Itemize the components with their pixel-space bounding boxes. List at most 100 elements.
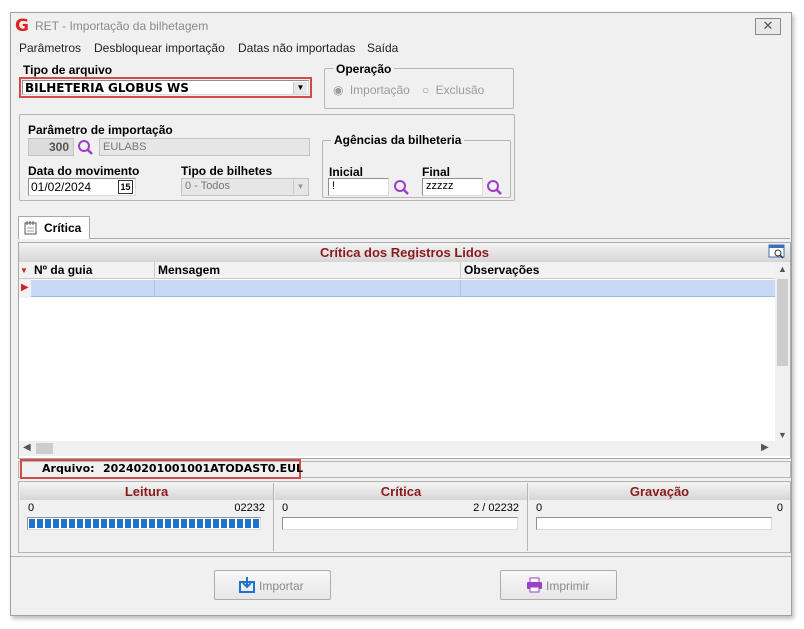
progress-critique-start: 0 <box>282 502 289 514</box>
chevron-down-icon[interactable]: ▼ <box>293 82 307 94</box>
file-type-value: BILHETERIA GLOBUS WS <box>25 81 189 95</box>
progress-segment <box>77 519 83 528</box>
progress-segment <box>109 519 115 528</box>
grid-header: ▼ Nº da guia Mensagem Observações <box>19 262 775 279</box>
column-header-mensagem[interactable]: Mensagem <box>155 262 461 279</box>
critique-grid: Crítica dos Registros Lidos ▼ Nº da guia… <box>18 242 791 459</box>
scrollbar-thumb[interactable] <box>777 279 788 366</box>
grid-config-icon[interactable] <box>768 244 786 260</box>
import-button[interactable]: Importar <box>214 570 331 600</box>
window-title: RET - Importação da bilhetagem <box>35 19 209 33</box>
scroll-left-icon[interactable]: ◀ <box>23 442 31 453</box>
ticket-type-value: 0 - Todos <box>185 180 231 192</box>
import-button-label: Importar <box>259 579 304 593</box>
progress-segment <box>53 519 59 528</box>
import-param-name-text: EULABS <box>103 141 147 153</box>
progress-segment <box>45 519 51 528</box>
scroll-down-icon[interactable]: ▼ <box>778 430 787 440</box>
scroll-up-icon[interactable]: ▲ <box>778 264 787 274</box>
file-status-label: Arquivo: <box>42 462 95 475</box>
selected-row-cells[interactable] <box>31 280 775 297</box>
scrollbar-thumb[interactable] <box>36 443 53 454</box>
search-icon[interactable] <box>486 179 503 196</box>
file-type-highlight: BILHETERIA GLOBUS WS ▼ <box>19 77 312 98</box>
close-button[interactable]: ✕ <box>755 18 781 35</box>
search-icon[interactable] <box>393 179 410 196</box>
import-icon <box>239 577 255 593</box>
tab-critica[interactable]: Crítica <box>18 216 90 239</box>
radio-exclusao-label: Exclusão <box>435 83 485 97</box>
progress-reading-start: 0 <box>28 502 35 514</box>
progress-critique-bar <box>282 517 518 530</box>
progress-segment <box>101 519 107 528</box>
sort-indicator-icon: ▼ <box>20 266 28 275</box>
column-header-observacoes[interactable]: Observações <box>461 262 775 279</box>
scroll-right-icon[interactable]: ▶ <box>761 442 769 453</box>
progress-recording-start: 0 <box>536 502 543 514</box>
radio-exclusao[interactable]: ○ Exclusão <box>422 83 484 97</box>
row-indicator: ▶ <box>19 279 31 298</box>
menu-parametros[interactable]: Parâmetros <box>19 41 81 55</box>
radio-unselected-icon: ○ <box>422 83 430 97</box>
main-window: G RET - Importação da bilhetagem ✕ Parâm… <box>10 12 792 616</box>
progress-segment <box>173 519 179 528</box>
operation-label: Operação <box>333 62 395 76</box>
progress-segment <box>93 519 99 528</box>
import-param-label: Parâmetro de importação <box>28 123 173 137</box>
ticket-type-select[interactable]: 0 - Todos ▼ <box>181 178 309 196</box>
progress-area: Leitura 0 02232 Crítica 0 2 / 02232 Grav… <box>18 481 791 553</box>
progress-segment <box>61 519 67 528</box>
radio-importacao-label: Importação <box>349 83 410 97</box>
progress-segment <box>213 519 219 528</box>
print-button-label: Imprimir <box>546 579 590 593</box>
progress-segment <box>125 519 131 528</box>
progress-recording-title: Gravação <box>529 483 790 500</box>
progress-segment <box>245 519 251 528</box>
column-header-guia[interactable]: Nº da guia <box>31 262 155 279</box>
agency-initial-label: Inicial <box>329 165 364 179</box>
print-button[interactable]: Imprimir <box>500 570 617 600</box>
grid-title: Crítica dos Registros Lidos <box>19 243 790 262</box>
ticket-type-label: Tipo de bilhetes <box>181 164 273 178</box>
import-param-name: EULABS <box>99 138 310 156</box>
progress-segment <box>197 519 203 528</box>
agencies-label: Agências da bilheteria <box>331 133 465 147</box>
notepad-icon <box>24 221 37 235</box>
progress-segment <box>165 519 171 528</box>
progress-segment <box>253 519 259 528</box>
movement-date-input[interactable]: 01/02/2024 15 <box>28 178 136 196</box>
radio-selected-icon: ◉ <box>333 83 344 97</box>
vertical-scrollbar[interactable]: ▲ ▼ <box>775 262 790 456</box>
progress-segment <box>117 519 123 528</box>
agency-initial-input[interactable]: ! <box>328 178 389 196</box>
printer-icon <box>527 577 542 593</box>
footer-divider <box>11 556 791 557</box>
horizontal-scrollbar[interactable]: ◀ ▶ <box>19 441 775 456</box>
progress-reading: Leitura 0 02232 <box>20 483 274 551</box>
menu-saida[interactable]: Saída <box>367 41 398 55</box>
calendar-icon[interactable]: 15 <box>118 180 133 194</box>
progress-segment <box>37 519 43 528</box>
menu-datas-nao-importadas[interactable]: Datas não importadas <box>238 41 355 55</box>
file-type-label: Tipo de arquivo <box>23 63 113 77</box>
radio-importacao[interactable]: ◉ Importação <box>333 83 410 97</box>
progress-segment <box>85 519 91 528</box>
progress-segment <box>133 519 139 528</box>
agency-final-input[interactable]: zzzzz <box>422 178 483 196</box>
progress-segment <box>149 519 155 528</box>
progress-critique-end: 2 / 02232 <box>473 502 519 514</box>
table-row[interactable]: ▶ <box>19 279 775 298</box>
progress-reading-bar <box>27 517 261 530</box>
progress-recording-bar <box>536 517 772 530</box>
agency-final-value: zzzzz <box>426 180 454 192</box>
file-type-select[interactable]: BILHETERIA GLOBUS WS ▼ <box>22 80 309 95</box>
progress-segment <box>141 519 147 528</box>
agency-initial-value: ! <box>332 180 336 192</box>
tab-divider <box>18 238 790 239</box>
movement-date-label: Data do movimento <box>28 164 140 178</box>
progress-recording: Gravação 0 0 <box>529 483 790 551</box>
search-icon[interactable] <box>77 139 94 156</box>
chevron-down-icon[interactable]: ▼ <box>293 180 307 194</box>
file-status-filename: 20240201001001ATODAST0.EUL <box>103 462 304 475</box>
menu-desbloquear-importacao[interactable]: Desbloquear importação <box>94 41 225 55</box>
